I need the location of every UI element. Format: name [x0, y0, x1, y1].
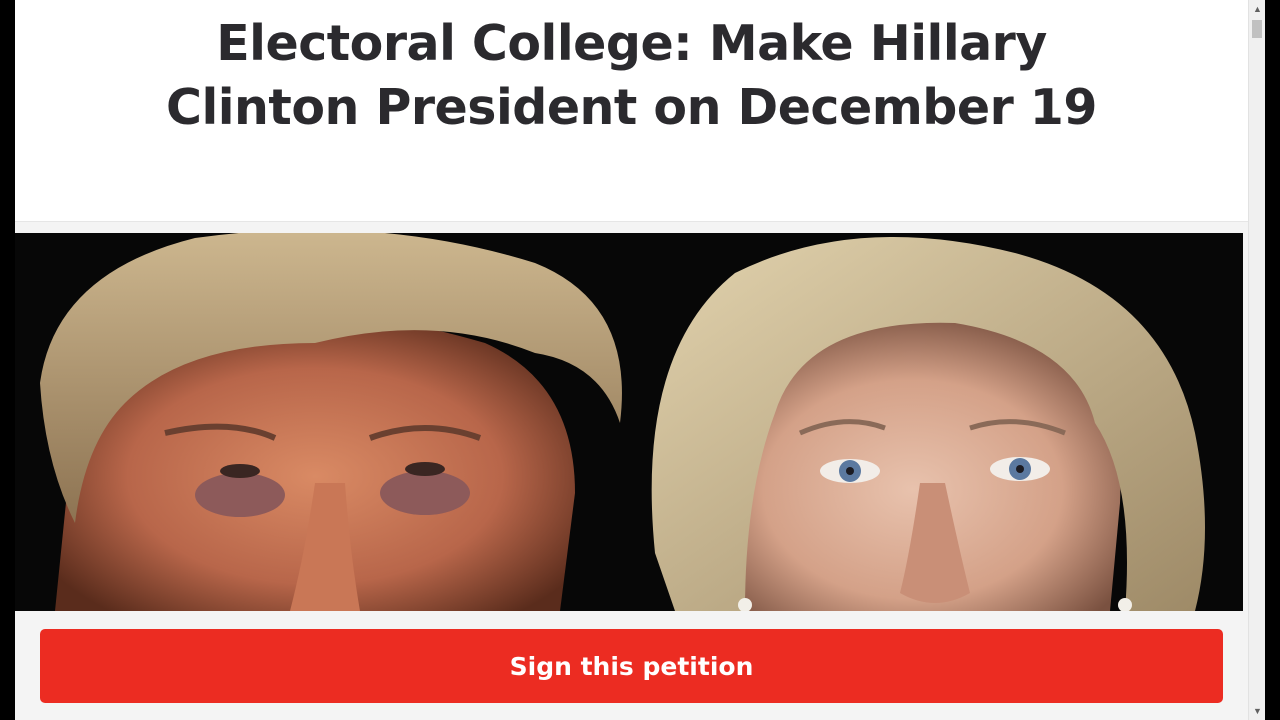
right-letterbox	[1265, 0, 1280, 720]
petition-page: Electoral College: Make Hillary Clinton …	[15, 0, 1248, 720]
petition-photo	[15, 233, 1243, 611]
browser-viewport: Electoral College: Make Hillary Clinton …	[0, 0, 1280, 720]
petition-title: Electoral College: Make Hillary Clinton …	[166, 15, 1097, 136]
scroll-up-arrow-icon[interactable]: ▲	[1249, 2, 1266, 16]
scrollbar-thumb[interactable]	[1252, 20, 1262, 38]
petition-header: Electoral College: Make Hillary Clinton …	[15, 0, 1248, 222]
scroll-down-arrow-icon[interactable]: ▼	[1249, 704, 1266, 718]
sign-action-bar: Sign this petition	[15, 611, 1248, 720]
vertical-scrollbar[interactable]: ▲ ▼	[1248, 0, 1265, 720]
candidates-photo-image	[15, 233, 1243, 611]
left-portrait	[40, 233, 622, 611]
sign-petition-button[interactable]: Sign this petition	[40, 629, 1223, 703]
left-letterbox	[0, 0, 15, 720]
